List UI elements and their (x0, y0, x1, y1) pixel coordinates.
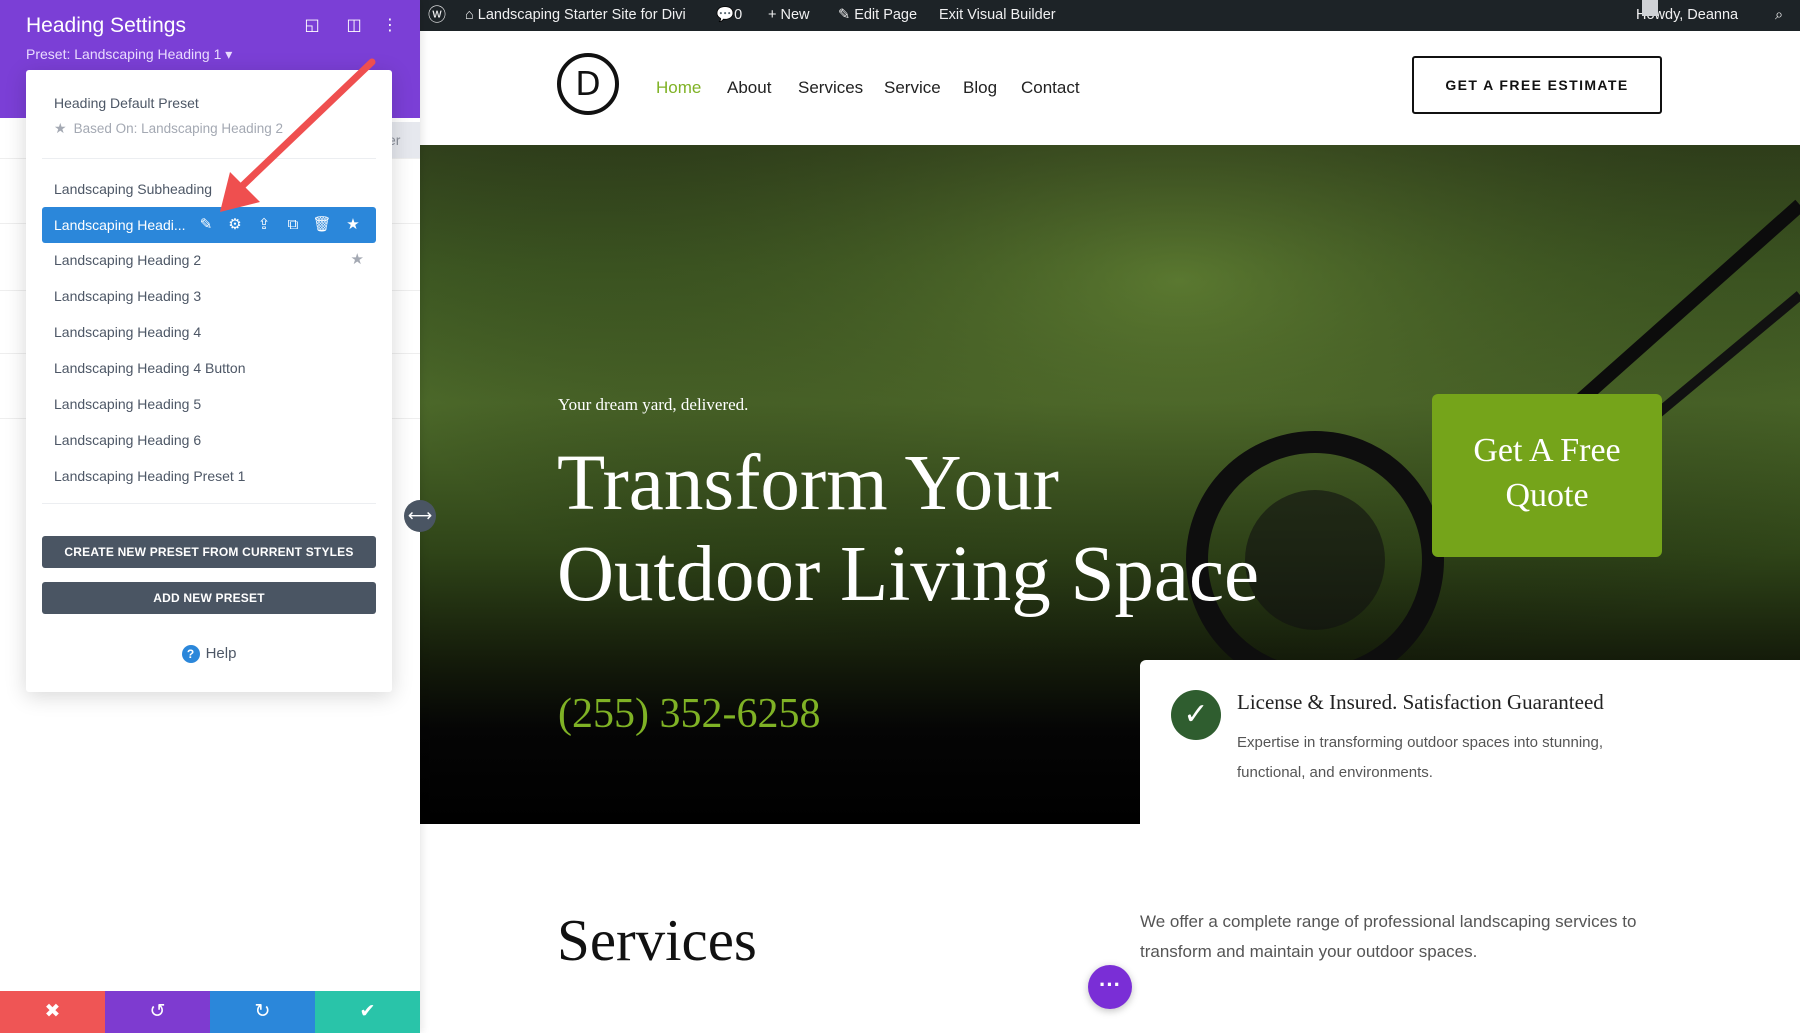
redo-button[interactable]: ↻ (210, 991, 315, 1033)
panel-resize-handle-icon[interactable]: ⟷ (404, 500, 436, 532)
export-icon[interactable]: ⇪ (253, 207, 275, 243)
phone-number[interactable]: (255) 352-6258 (558, 690, 820, 738)
panel-title: Heading Settings (26, 14, 186, 37)
new-link[interactable]: + New (768, 0, 810, 31)
exit-builder-link[interactable]: Exit Visual Builder (939, 0, 1056, 31)
check-icon: ✔ (359, 1001, 376, 1022)
default-preset-based-on: ★ Based On: Landscaping Heading 2 (54, 120, 283, 137)
hero-title-line: Transform Your (557, 440, 1059, 527)
checkmark-icon: ✓ (1171, 690, 1221, 740)
trust-card: ✓ License & Insured. Satisfaction Guaran… (1140, 660, 1800, 824)
help-link[interactable]: ? Help (26, 645, 392, 663)
free-quote-button[interactable]: Get A Free Quote (1432, 394, 1662, 557)
save-button[interactable]: ✔ (315, 991, 420, 1033)
undo-icon: ↺ (149, 1001, 166, 1022)
search-icon[interactable]: ⌕ (1775, 0, 1783, 31)
hero-tagline: Your dream yard, delivered. (558, 395, 749, 414)
star-icon[interactable]: ★ (351, 243, 364, 277)
layout-toggle-icon[interactable]: ◫ (345, 17, 363, 35)
nav-blog[interactable]: Blog (963, 78, 997, 98)
quote-label-line: Get A Free (1473, 432, 1621, 469)
preset-item[interactable]: Landscaping Heading 4 Button (54, 351, 364, 385)
comments-link[interactable]: 💬 0 (716, 0, 742, 31)
preset-dropdown: Heading Default Preset ★ Based On: Landsc… (26, 70, 392, 692)
nav-about[interactable]: About (727, 78, 771, 98)
preset-item[interactable]: Landscaping Heading 4 (54, 315, 364, 349)
trust-text: Expertise in transforming outdoor spaces… (1237, 734, 1604, 781)
site-logo[interactable]: D (557, 53, 619, 115)
add-preset-button[interactable]: ADD NEW PRESET (42, 582, 376, 614)
preset-item-label: Landscaping Headi... (54, 217, 186, 233)
undo-button[interactable]: ↺ (105, 991, 210, 1033)
help-label: Help (205, 645, 237, 662)
discard-button[interactable]: ✖ (0, 991, 105, 1033)
duplicate-icon[interactable]: ⧉ (282, 207, 304, 243)
services-heading: Services (557, 907, 757, 973)
builder-menu-button[interactable]: ··· (1088, 965, 1132, 1009)
more-options-icon[interactable]: ⋮ (381, 17, 399, 35)
services-description: We offer a complete range of professiona… (1140, 912, 1637, 961)
edit-page-link[interactable]: ✎ Edit Page (838, 0, 917, 31)
hero-title-line: Outdoor Living Space (557, 531, 1260, 618)
preset-item[interactable]: Landscaping Heading 2 ★ (54, 243, 364, 277)
divider (42, 158, 376, 159)
preset-item[interactable]: Landscaping Heading Preset 1 (54, 459, 364, 493)
star-icon[interactable]: ★ (342, 207, 364, 243)
nav-home[interactable]: Home (656, 78, 701, 98)
nav-service[interactable]: Service (884, 78, 941, 98)
preset-item[interactable]: Landscaping Subheading (54, 172, 364, 206)
redo-icon: ↻ (254, 1001, 271, 1022)
close-icon: ✖ (44, 1001, 61, 1022)
wp-admin-bar: ⓦ ⌂ Landscaping Starter Site for Divi 💬 … (420, 0, 1800, 31)
trash-icon[interactable]: 🗑 (311, 207, 333, 243)
preset-selector[interactable]: Preset: Landscaping Heading 1 ▾ (26, 46, 232, 63)
edit-pencil-icon[interactable]: ✎ (195, 207, 217, 243)
preset-item[interactable]: Landscaping Heading 6 (54, 423, 364, 457)
nav-contact[interactable]: Contact (1021, 78, 1080, 98)
site-header: D Home About Services Service Blog Conta… (420, 31, 1800, 145)
settings-panel: Heading Settings Preset: Landscaping Hea… (0, 0, 420, 1033)
avatar (1642, 0, 1658, 16)
hero-section: Your dream yard, delivered. Transform Yo… (420, 145, 1800, 824)
preset-item-label: Landscaping Heading 2 (54, 252, 202, 268)
divider (42, 503, 376, 504)
gear-icon[interactable]: ⚙ (224, 207, 246, 243)
site-name-link[interactable]: ⌂ Landscaping Starter Site for Divi (465, 0, 686, 31)
wordpress-logo-icon[interactable]: ⓦ (428, 0, 446, 31)
free-estimate-button[interactable]: GET A FREE ESTIMATE (1412, 56, 1662, 114)
preset-item[interactable]: Landscaping Heading 3 (54, 279, 364, 313)
hero-title: Transform Your Outdoor Living Space (557, 438, 1259, 620)
trust-title: License & Insured. Satisfaction Guarante… (1237, 690, 1604, 714)
based-on-label: Based On: Landscaping Heading 2 (73, 121, 283, 136)
quote-label-line: Quote (1505, 477, 1589, 514)
star-icon: ★ (54, 120, 67, 136)
fullscreen-icon[interactable]: ◱ (303, 17, 321, 35)
panel-action-bar: ✖ ↺ ↻ ✔ (0, 991, 420, 1033)
nav-services[interactable]: Services (798, 78, 863, 98)
default-preset-title[interactable]: Heading Default Preset (54, 95, 199, 111)
preset-item-active[interactable]: Landscaping Headi... ✎ ⚙ ⇪ ⧉ 🗑 ★ (42, 207, 376, 243)
preset-item[interactable]: Landscaping Heading 5 (54, 387, 364, 421)
create-preset-button[interactable]: CREATE NEW PRESET FROM CURRENT STYLES (42, 536, 376, 568)
help-icon: ? (181, 645, 200, 663)
